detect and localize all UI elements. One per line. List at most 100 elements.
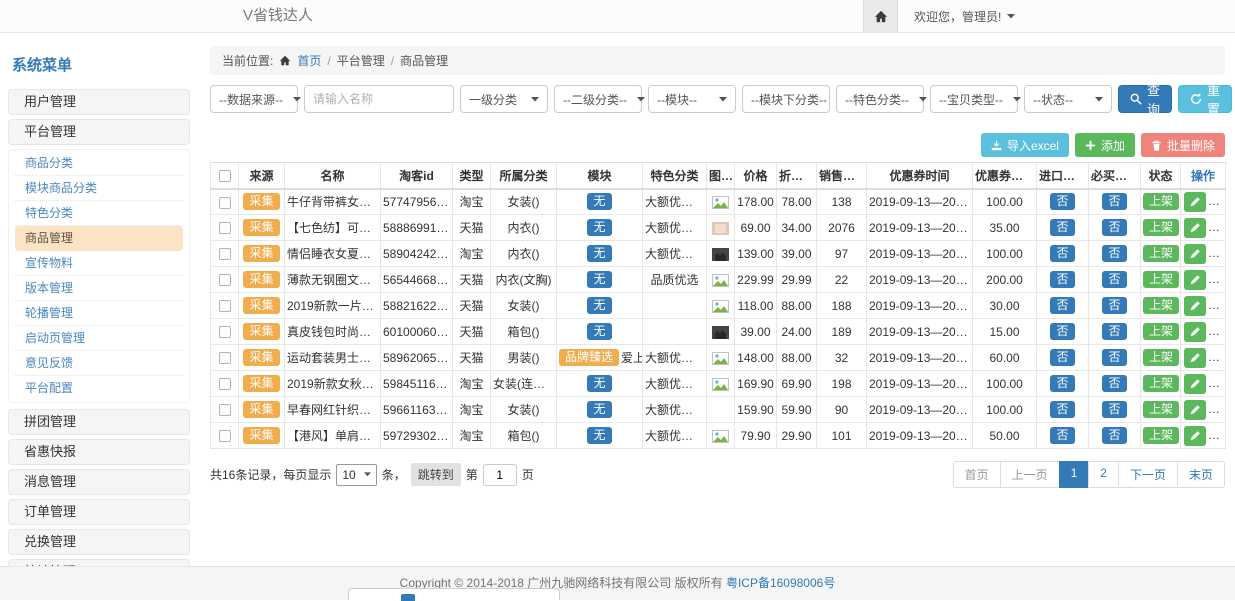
- must-buy-toggle-badge[interactable]: 否: [1102, 219, 1126, 236]
- row-checkbox[interactable]: [219, 326, 231, 338]
- row-checkbox[interactable]: [219, 300, 231, 312]
- batch-delete-button[interactable]: 批量删除: [1141, 133, 1225, 157]
- page-button-1[interactable]: 1: [1059, 461, 1090, 488]
- must-buy-toggle-badge[interactable]: 否: [1102, 193, 1126, 210]
- select-all-checkbox[interactable]: [219, 170, 231, 182]
- row-checkbox[interactable]: [219, 430, 231, 442]
- sidebar-subitem-轮播管理[interactable]: 轮播管理: [15, 301, 183, 326]
- imported-toggle-badge[interactable]: 否: [1050, 193, 1074, 210]
- sidebar-subitem-宣传物料[interactable]: 宣传物料: [15, 251, 183, 276]
- query-button[interactable]: 查询: [1118, 85, 1172, 113]
- edit-button[interactable]: [1184, 322, 1206, 342]
- row-checkbox[interactable]: [219, 197, 231, 209]
- must-buy-toggle-badge[interactable]: 否: [1102, 271, 1126, 288]
- jump-page-input[interactable]: [483, 464, 517, 486]
- page-button-末页[interactable]: 末页: [1177, 461, 1225, 488]
- must-buy-toggle-badge[interactable]: 否: [1102, 245, 1126, 262]
- module-sub-category-select[interactable]: --模块下分类--: [742, 85, 830, 113]
- page-button-上一页[interactable]: 上一页: [1000, 461, 1060, 488]
- source-cell: 采集: [239, 241, 285, 267]
- edit-button[interactable]: [1184, 270, 1206, 290]
- import-excel-button[interactable]: 导入excel: [981, 133, 1069, 157]
- sidebar-subitem-商品管理[interactable]: 商品管理: [15, 226, 183, 251]
- home-button[interactable]: [863, 0, 898, 32]
- must-buy-toggle-badge[interactable]: 否: [1102, 401, 1126, 418]
- sidebar-item-用户管理[interactable]: 用户管理: [8, 89, 190, 115]
- imported-toggle-badge[interactable]: 否: [1050, 271, 1074, 288]
- header-right: 欢迎您，管理员!: [863, 0, 1015, 32]
- item-type-select[interactable]: --宝贝类型--: [930, 85, 1018, 113]
- row-checkbox[interactable]: [219, 352, 231, 364]
- status-badge[interactable]: 上架: [1143, 375, 1179, 392]
- sidebar-item-平台管理[interactable]: 平台管理: [8, 119, 190, 145]
- footer: Copyright © 2014-2018 广州九驰网络科技有限公司 版权所有 …: [0, 566, 1235, 600]
- status-badge[interactable]: 上架: [1143, 427, 1179, 444]
- sidebar-subitem-平台配置[interactable]: 平台配置: [15, 376, 183, 401]
- page-button-2[interactable]: 2: [1088, 461, 1119, 488]
- imported-toggle-badge[interactable]: 否: [1050, 401, 1074, 418]
- imported-toggle-badge[interactable]: 否: [1050, 427, 1074, 444]
- sidebar-subitem-商品分类[interactable]: 商品分类: [15, 151, 183, 176]
- status-badge[interactable]: 上架: [1143, 349, 1179, 366]
- status-badge[interactable]: 上架: [1143, 271, 1179, 288]
- status-badge[interactable]: 上架: [1143, 323, 1179, 340]
- data-source-select[interactable]: --数据来源--: [210, 85, 298, 113]
- coupon-time-cell: 2019-09-13—2019-09-17: [867, 371, 973, 397]
- row-checkbox[interactable]: [219, 378, 231, 390]
- row-checkbox[interactable]: [219, 222, 231, 234]
- name-input[interactable]: [304, 85, 454, 113]
- user-menu[interactable]: 欢迎您，管理员!: [914, 8, 1015, 25]
- status-badge[interactable]: 上架: [1143, 245, 1179, 262]
- imported-toggle-badge[interactable]: 否: [1050, 245, 1074, 262]
- sidebar-subitem-模块商品分类[interactable]: 模块商品分类: [15, 176, 183, 201]
- must-buy-toggle-badge[interactable]: 否: [1102, 349, 1126, 366]
- sidebar-item-clipped[interactable]: 统计管理: [8, 559, 190, 566]
- edit-button[interactable]: [1184, 400, 1206, 420]
- imported-toggle-badge[interactable]: 否: [1050, 219, 1074, 236]
- edit-button[interactable]: [1184, 374, 1206, 394]
- must-buy-toggle-badge[interactable]: 否: [1102, 427, 1126, 444]
- edit-button[interactable]: [1184, 218, 1206, 238]
- imported-toggle-badge[interactable]: 否: [1050, 349, 1074, 366]
- status-badge[interactable]: 上架: [1143, 219, 1179, 236]
- level2-category-select[interactable]: --二级分类--: [554, 85, 642, 113]
- row-checkbox[interactable]: [219, 274, 231, 286]
- page-button-下一页[interactable]: 下一页: [1118, 461, 1178, 488]
- sidebar-item-订单管理[interactable]: 订单管理: [8, 499, 190, 525]
- edit-button[interactable]: [1184, 244, 1206, 264]
- page-button-首页[interactable]: 首页: [953, 461, 1001, 488]
- icp-link[interactable]: 粤ICP备16098006号: [726, 576, 835, 590]
- status-badge[interactable]: 上架: [1143, 401, 1179, 418]
- sidebar-item-省惠快报[interactable]: 省惠快报: [8, 439, 190, 465]
- sidebar-subitem-启动页管理[interactable]: 启动页管理: [15, 326, 183, 351]
- sidebar-subitem-意见反馈[interactable]: 意见反馈: [15, 351, 183, 376]
- sidebar-item-兑换管理[interactable]: 兑换管理: [8, 529, 190, 555]
- feature-category-select[interactable]: --特色分类--: [836, 85, 924, 113]
- imported-toggle-badge[interactable]: 否: [1050, 323, 1074, 340]
- row-checkbox[interactable]: [219, 404, 231, 416]
- jump-button[interactable]: 跳转到: [411, 463, 461, 486]
- imported-toggle-badge[interactable]: 否: [1050, 297, 1074, 314]
- sidebar-subitem-版本管理[interactable]: 版本管理: [15, 276, 183, 301]
- must-buy-toggle-badge[interactable]: 否: [1102, 297, 1126, 314]
- add-button[interactable]: 添加: [1075, 133, 1135, 157]
- breadcrumb-home-link[interactable]: 首页: [297, 52, 321, 69]
- edit-button[interactable]: [1184, 296, 1206, 316]
- row-checkbox[interactable]: [219, 248, 231, 260]
- status-badge[interactable]: 上架: [1143, 297, 1179, 314]
- must-buy-toggle-badge[interactable]: 否: [1102, 375, 1126, 392]
- sidebar-subitem-特色分类[interactable]: 特色分类: [15, 201, 183, 226]
- reset-button[interactable]: 重置: [1178, 85, 1232, 113]
- status-select[interactable]: --状态--: [1024, 85, 1112, 113]
- sidebar-item-消息管理[interactable]: 消息管理: [8, 469, 190, 495]
- level1-category-select[interactable]: 一级分类: [460, 85, 548, 113]
- edit-button[interactable]: [1184, 426, 1206, 446]
- edit-button[interactable]: [1184, 348, 1206, 368]
- sidebar-item-拼团管理[interactable]: 拼团管理: [8, 409, 190, 435]
- module-select[interactable]: --模块--: [648, 85, 736, 113]
- edit-button[interactable]: [1184, 192, 1206, 212]
- must-buy-toggle-badge[interactable]: 否: [1102, 323, 1126, 340]
- status-badge[interactable]: 上架: [1143, 193, 1179, 210]
- per-page-select[interactable]: 10: [336, 464, 376, 486]
- imported-toggle-badge[interactable]: 否: [1050, 375, 1074, 392]
